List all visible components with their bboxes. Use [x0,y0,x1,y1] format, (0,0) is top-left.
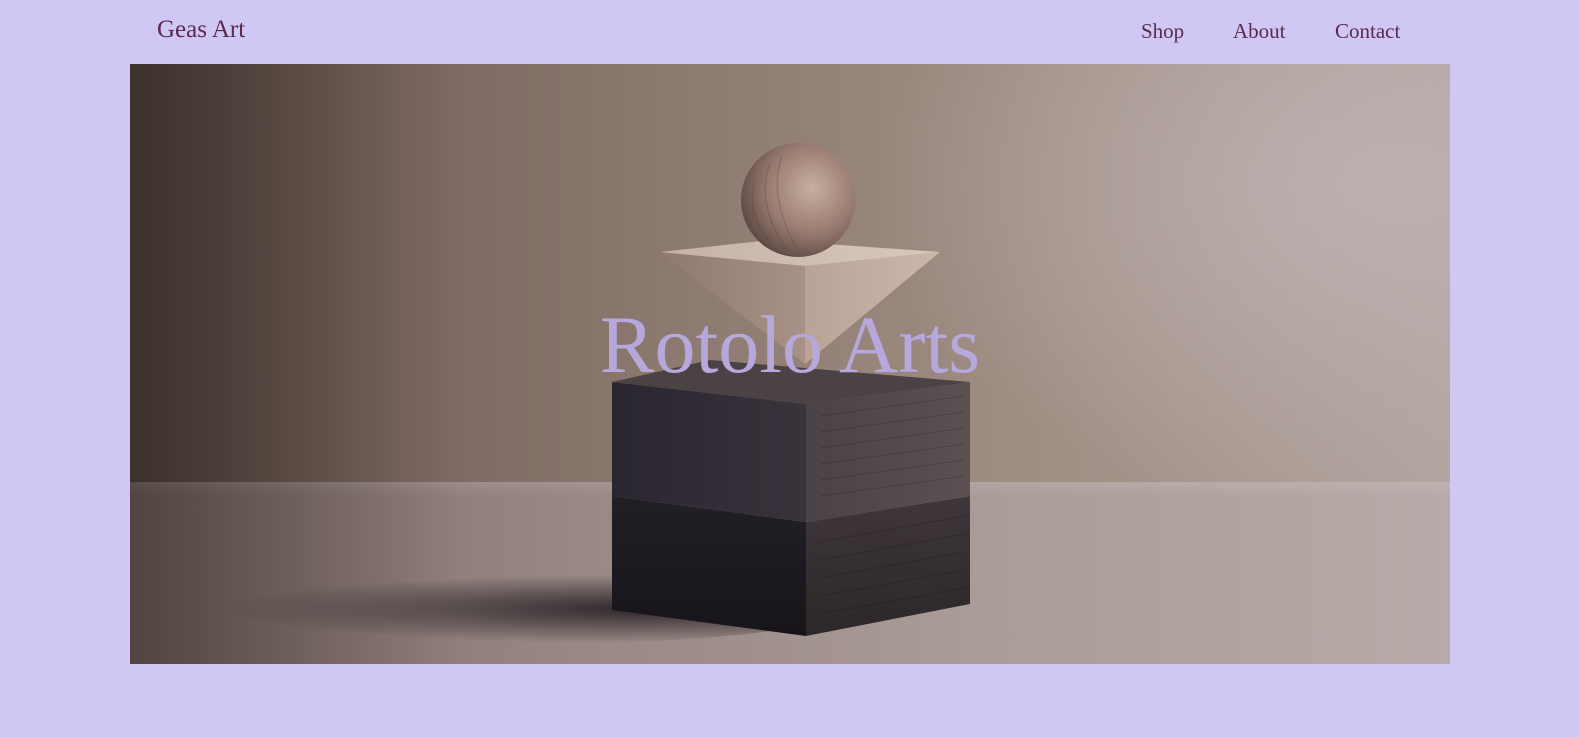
hero-title: Rotolo Arts [599,299,981,390]
wood-sphere [741,143,855,257]
nav-shop-link[interactable]: Shop [1141,19,1184,44]
hero-banner: Rotolo Arts [130,64,1450,664]
site-header: Geas Art Shop About Contact [0,0,1579,64]
nav-about-link[interactable]: About [1233,19,1286,44]
nav-contact-link[interactable]: Contact [1335,19,1400,44]
brand-logo-link[interactable]: Geas Art [157,16,245,44]
